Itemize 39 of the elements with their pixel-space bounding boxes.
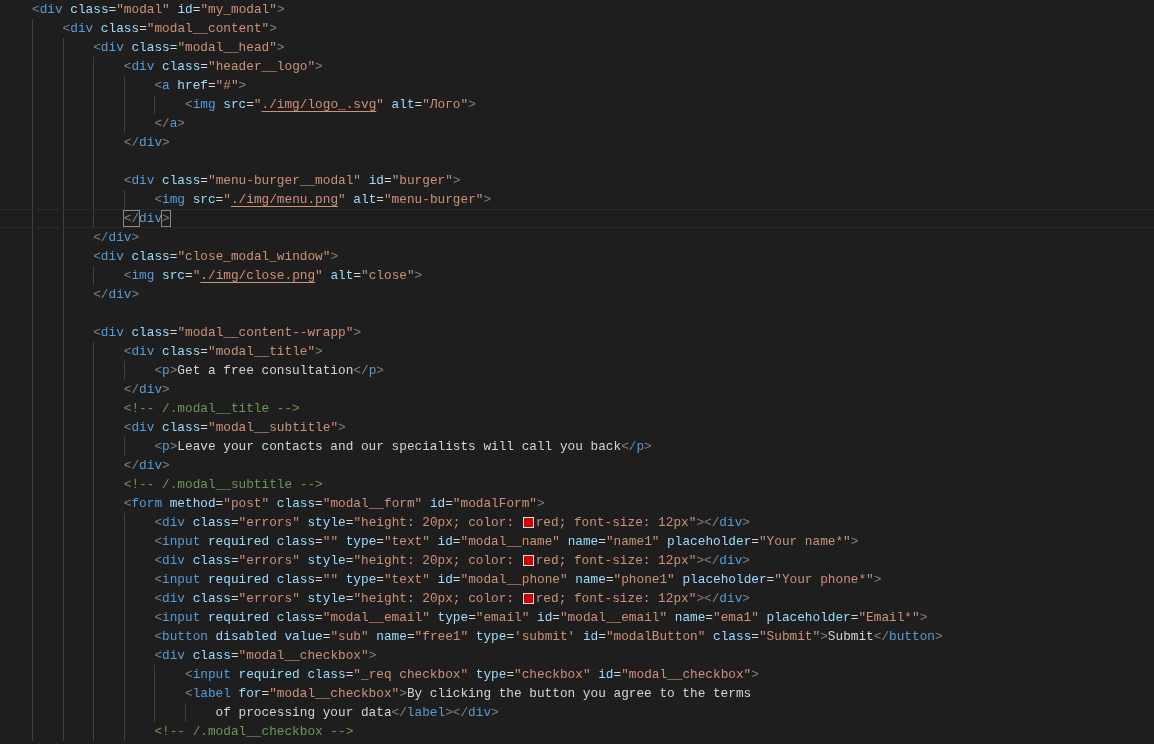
code-line: <div class="close_modal_window">	[93, 248, 339, 266]
code-line: </div>	[93, 229, 140, 247]
code-line: <!-- /.modal__subtitle -->	[123, 476, 323, 494]
code-line: <div class="errors" style="height: 20px; color:	[154, 590, 516, 608]
code-line: <button disabled value="sub" name="free1" type='submit' id="modalButton" class="Submit">Submit</button>	[154, 628, 943, 646]
code-line: <div class="modal__head">	[93, 39, 285, 57]
code-line: red; font-size: 12px"></div>	[535, 590, 750, 608]
code-line: <div class="modal__subtitle">	[123, 419, 346, 437]
code-line: <img src="./img/close.png" alt="close">	[123, 267, 423, 285]
code-line: </div>	[123, 134, 170, 152]
code-line: <input required class="" type="text" id="modal__phone" name="phone1" placeholder="Your phone*">	[154, 571, 882, 589]
code-line: </a>	[154, 115, 185, 133]
code-line: <!-- /.modal__title -->	[123, 400, 300, 418]
code-line: <p>Get a free consultation</p>	[154, 362, 384, 380]
code-line: <p>Leave your contacts and our specialists will call you back</p>	[154, 438, 652, 456]
code-line: <div class="header__logo">	[123, 58, 323, 76]
code-line: <input required class="" type="text" id="modal__name" name="name1" placeholder="Your name*">	[154, 533, 859, 551]
code-line: of processing your data</label></div>	[215, 704, 499, 722]
code-line: </div>	[123, 457, 170, 475]
code-line: <img src="./img/logo_.svg" alt="Лого">	[184, 96, 476, 114]
code-line: <div class="modal__content--wrapp">	[93, 324, 362, 342]
code-line: <div class="errors" style="height: 20px; color:	[154, 552, 516, 570]
code-line: red; font-size: 12px"></div>	[535, 552, 750, 570]
code-line: <input required class="modal__email" type="email" id="modal__email" name="ema1" placeholder="Email*">	[154, 609, 928, 627]
code-line: <img src="./img/menu.png" alt="menu-burger">	[154, 191, 492, 209]
code-line: <!-- /.modal__checkbox -->	[154, 723, 354, 741]
code-line: <div class="modal" id="my_modal">	[32, 1, 285, 19]
code-line: <div class="modal__checkbox">	[154, 647, 377, 665]
code-line: <label for="modal__checkbox">By clicking the button you agree to the terms	[184, 685, 752, 703]
code-line: <input required class="_req checkbox" type="checkbox" id="modal__checkbox">	[184, 666, 759, 684]
code-line: <div class="modal__content">	[62, 20, 277, 38]
code-line: <form method="post" class="modal__form" id="modalForm">	[123, 495, 545, 513]
code-line: <a href="#">	[154, 77, 247, 95]
code-line: <div class="menu-burger__modal" id="burger">	[123, 172, 461, 190]
code-line: <div class="modal__title">	[123, 343, 323, 361]
code-line: </div>	[93, 286, 140, 304]
code-line: red; font-size: 12px"></div>	[535, 514, 750, 532]
code-line: </div>	[123, 381, 170, 399]
code-line: <div class="errors" style="height: 20px; color:	[154, 514, 516, 532]
